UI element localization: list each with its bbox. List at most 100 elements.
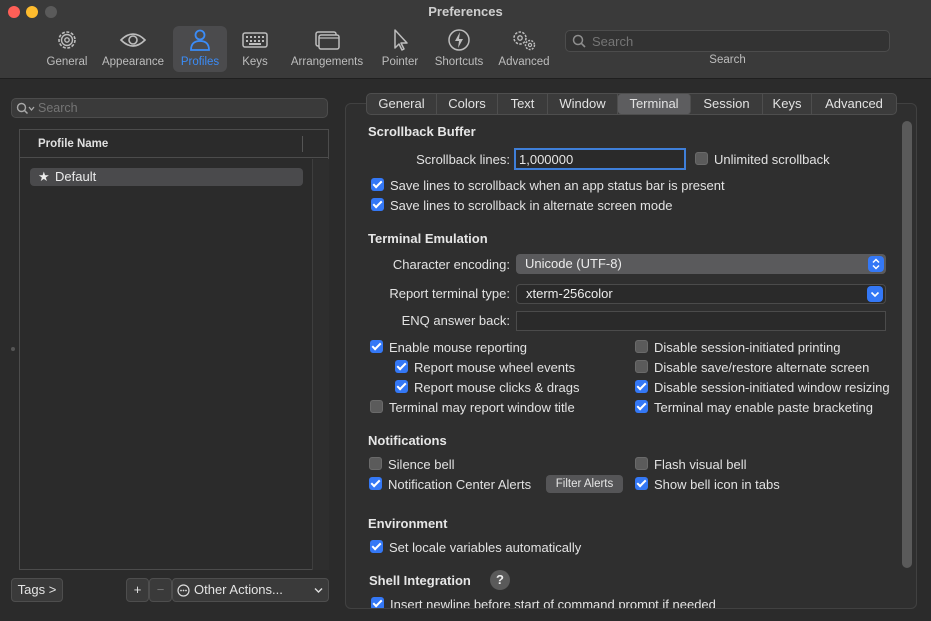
report-type-value: xterm-256color bbox=[526, 286, 613, 301]
star-icon: ★ bbox=[38, 169, 50, 184]
search-dropdown-icon bbox=[16, 102, 35, 115]
toolbar-advanced[interactable]: Advanced bbox=[495, 26, 553, 72]
tags-button[interactable]: Tags > bbox=[11, 578, 63, 602]
profile-name-column: Profile Name bbox=[38, 138, 109, 150]
enq-answer-field[interactable] bbox=[516, 311, 886, 331]
report-clicks-label: Report mouse clicks & drags bbox=[414, 380, 580, 395]
flash-bell-checkbox[interactable] bbox=[635, 457, 648, 470]
encoding-value: Unicode (UTF-8) bbox=[525, 256, 622, 271]
keyboard-icon bbox=[242, 32, 268, 48]
paste-bracketing-checkbox[interactable] bbox=[635, 400, 648, 413]
unlimited-scrollback-checkbox[interactable] bbox=[695, 152, 708, 165]
add-profile-button[interactable]: + bbox=[126, 578, 149, 602]
profile-search[interactable] bbox=[11, 98, 328, 118]
report-wheel-checkbox[interactable] bbox=[395, 360, 408, 373]
environment-section-title: Environment bbox=[368, 516, 448, 531]
search-icon bbox=[572, 34, 586, 48]
paste-bracketing-label: Terminal may enable paste bracketing bbox=[654, 400, 873, 415]
updown-chevron-icon bbox=[868, 256, 884, 272]
profile-name: Default bbox=[55, 169, 97, 184]
tab-colors[interactable]: Colors bbox=[437, 94, 498, 114]
tab-advanced[interactable]: Advanced bbox=[812, 94, 896, 114]
preferences-search-label: Search bbox=[709, 54, 746, 66]
report-type-combo[interactable]: xterm-256color bbox=[516, 284, 886, 304]
bell-icon-tabs-checkbox[interactable] bbox=[635, 477, 648, 490]
unlimited-scrollback-label: Unlimited scrollback bbox=[714, 152, 830, 167]
toolbar-profiles[interactable]: Profiles bbox=[173, 26, 227, 72]
settings-scrollbar[interactable] bbox=[902, 121, 912, 568]
profile-search-input[interactable] bbox=[38, 100, 318, 116]
save-status-bar-label: Save lines to scrollback when an app sta… bbox=[390, 178, 725, 193]
disable-resizing-label: Disable session-initiated window resizin… bbox=[654, 380, 890, 395]
flash-bell-label: Flash visual bell bbox=[654, 457, 747, 472]
preferences-search-input[interactable] bbox=[592, 33, 882, 49]
windows-icon bbox=[315, 31, 340, 50]
disable-resizing-checkbox[interactable] bbox=[635, 380, 648, 393]
report-clicks-checkbox[interactable] bbox=[395, 380, 408, 393]
notification-center-checkbox[interactable] bbox=[369, 477, 382, 490]
report-type-label: Report terminal type: bbox=[389, 286, 510, 301]
scrollback-lines-label: Scrollback lines: bbox=[416, 152, 510, 167]
enq-label: ENQ answer back: bbox=[401, 313, 510, 328]
profile-list: Profile Name ★ Default bbox=[19, 129, 329, 570]
tab-text[interactable]: Text bbox=[498, 94, 548, 114]
disable-alt-screen-checkbox[interactable] bbox=[635, 360, 648, 373]
toolbar-arrangements-label: Arrangements bbox=[290, 56, 364, 68]
chevron-down-icon bbox=[314, 588, 323, 593]
toolbar-profiles-label: Profiles bbox=[180, 56, 220, 68]
encoding-select[interactable]: Unicode (UTF-8) bbox=[516, 254, 886, 274]
ellipsis-circle-icon bbox=[177, 584, 190, 597]
save-alt-screen-checkbox[interactable] bbox=[371, 198, 384, 211]
tab-general[interactable]: General bbox=[367, 94, 437, 114]
preferences-search[interactable] bbox=[565, 30, 890, 52]
notification-center-label: Notification Center Alerts bbox=[388, 477, 532, 492]
other-actions-button[interactable]: Other Actions... bbox=[172, 578, 329, 602]
shell-integration-clip: Insert newline before start of command p… bbox=[360, 590, 905, 608]
split-handle[interactable] bbox=[11, 347, 15, 351]
eye-icon bbox=[119, 33, 147, 47]
silence-bell-label: Silence bell bbox=[388, 457, 455, 472]
disable-printing-checkbox[interactable] bbox=[635, 340, 648, 353]
column-divider bbox=[302, 136, 303, 152]
profile-list-header[interactable]: Profile Name bbox=[20, 130, 328, 158]
toolbar-arrangements[interactable]: Arrangements bbox=[287, 26, 367, 72]
silence-bell-checkbox[interactable] bbox=[369, 457, 382, 470]
report-window-title-checkbox[interactable] bbox=[370, 400, 383, 413]
toolbar-pointer[interactable]: Pointer bbox=[377, 26, 423, 72]
toolbar-appearance-label: Appearance bbox=[101, 56, 165, 68]
tab-keys[interactable]: Keys bbox=[763, 94, 812, 114]
tab-terminal[interactable]: Terminal bbox=[618, 94, 691, 114]
set-locale-checkbox[interactable] bbox=[370, 540, 383, 553]
emulation-section-title: Terminal Emulation bbox=[368, 231, 488, 246]
enable-mouse-reporting-checkbox[interactable] bbox=[370, 340, 383, 353]
tab-session[interactable]: Session bbox=[691, 94, 763, 114]
toolbar-keys-label: Keys bbox=[242, 56, 268, 68]
window-toolbar: Preferences General Appearance Profiles … bbox=[0, 0, 931, 79]
help-button[interactable]: ? bbox=[490, 570, 510, 590]
scrollback-lines-field[interactable] bbox=[514, 148, 686, 170]
profile-row-default[interactable]: ★ Default bbox=[30, 168, 303, 186]
window-title: Preferences bbox=[428, 4, 503, 19]
scrollback-section-title: Scrollback Buffer bbox=[368, 124, 476, 139]
save-status-bar-checkbox[interactable] bbox=[371, 178, 384, 191]
bell-icon-tabs-label: Show bell icon in tabs bbox=[654, 477, 780, 492]
toolbar-general-label: General bbox=[46, 56, 88, 68]
tab-window[interactable]: Window bbox=[548, 94, 618, 114]
insert-newline-label: Insert newline before start of command p… bbox=[390, 597, 716, 608]
toolbar-appearance[interactable]: Appearance bbox=[100, 26, 166, 72]
filter-alerts-button[interactable]: Filter Alerts bbox=[546, 475, 623, 493]
insert-newline-checkbox[interactable] bbox=[371, 597, 384, 608]
disable-printing-label: Disable session-initiated printing bbox=[654, 340, 841, 355]
pointer-icon bbox=[394, 29, 408, 51]
toolbar-advanced-label: Advanced bbox=[498, 56, 550, 68]
report-window-title-label: Terminal may report window title bbox=[389, 400, 575, 415]
other-actions-label: Other Actions... bbox=[194, 582, 283, 597]
toolbar-keys[interactable]: Keys bbox=[233, 26, 277, 72]
chevron-down-icon bbox=[867, 286, 883, 302]
profile-list-scrollbar[interactable] bbox=[312, 159, 329, 570]
disable-alt-screen-label: Disable save/restore alternate screen bbox=[654, 360, 870, 375]
remove-profile-button[interactable]: − bbox=[149, 578, 172, 602]
profile-tabs: General Colors Text Window Terminal Sess… bbox=[366, 93, 897, 115]
toolbar-general[interactable]: General bbox=[43, 26, 91, 72]
toolbar-shortcuts[interactable]: Shortcuts bbox=[431, 26, 487, 72]
